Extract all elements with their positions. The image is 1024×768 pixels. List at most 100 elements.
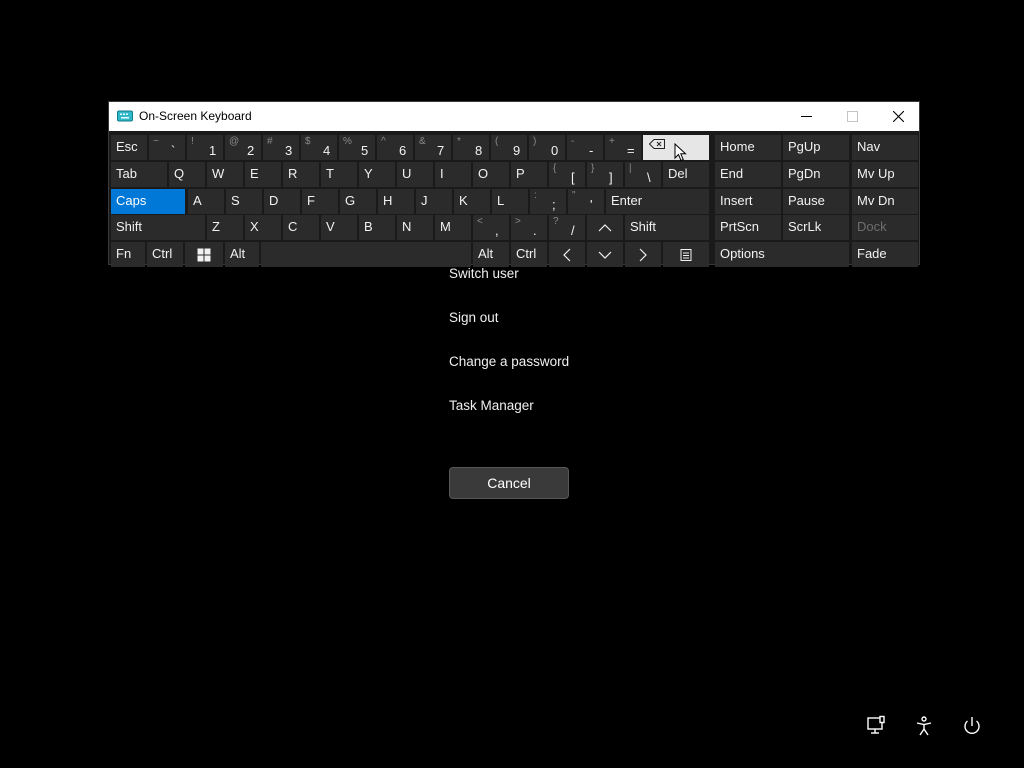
key-i[interactable]: I — [435, 162, 471, 187]
key-h[interactable]: H — [378, 189, 414, 214]
key-o[interactable]: O — [473, 162, 509, 187]
key-k[interactable]: K — [454, 189, 490, 214]
close-button[interactable] — [875, 102, 921, 131]
key-slash[interactable]: ? / — [549, 215, 585, 240]
key-shift-label: * — [457, 136, 461, 147]
key-pause[interactable]: Pause — [783, 189, 849, 214]
power-icon[interactable] — [961, 715, 983, 737]
key-shift[interactable]: Shift — [625, 215, 709, 240]
minimize-button[interactable] — [783, 102, 829, 131]
key-q[interactable]: Q — [169, 162, 205, 187]
key-shift[interactable]: Shift — [111, 215, 205, 240]
key-alt[interactable]: Alt — [473, 242, 509, 267]
key-options[interactable]: Options — [715, 242, 849, 267]
key-context-menu[interactable] — [663, 242, 709, 267]
key-w[interactable]: W — [207, 162, 243, 187]
key-left-bracket[interactable]: {[ — [549, 162, 585, 187]
key-5[interactable]: % 5 — [339, 135, 375, 160]
key-x[interactable]: X — [245, 215, 281, 240]
key-ctrl[interactable]: Ctrl — [147, 242, 183, 267]
key-e[interactable]: E — [245, 162, 281, 187]
key-1[interactable]: ! 1 — [187, 135, 223, 160]
key-j[interactable]: J — [416, 189, 452, 214]
key-end[interactable]: End — [715, 162, 781, 187]
key-home[interactable]: Home — [715, 135, 781, 160]
key-z[interactable]: Z — [207, 215, 243, 240]
key-7[interactable]: & 7 — [415, 135, 451, 160]
change-password-link[interactable]: Change a password — [449, 354, 569, 369]
key-backslash[interactable]: | \ — [625, 162, 661, 187]
key-v[interactable]: V — [321, 215, 357, 240]
key-label: 0 — [551, 143, 559, 158]
key-s[interactable]: S — [226, 189, 262, 214]
key-2[interactable]: @2 — [225, 135, 261, 160]
key-u[interactable]: U — [397, 162, 433, 187]
key-n[interactable]: N — [397, 215, 433, 240]
key-mv-up[interactable]: Mv Up — [852, 162, 918, 187]
key-arrow-down[interactable] — [587, 242, 623, 267]
key-insert[interactable]: Insert — [715, 189, 781, 214]
switch-user-link[interactable]: Switch user — [449, 266, 519, 281]
key-arrow-left[interactable] — [549, 242, 585, 267]
key-enter[interactable]: Enter — [606, 189, 709, 214]
key-pgdn[interactable]: PgDn — [783, 162, 849, 187]
sign-out-link[interactable]: Sign out — [449, 310, 499, 325]
key-arrow-right[interactable] — [625, 242, 661, 267]
key-p[interactable]: P — [511, 162, 547, 187]
key-mv-dn[interactable]: Mv Dn — [852, 189, 918, 214]
key-label: Fade — [857, 246, 887, 261]
key-ctrl[interactable]: Ctrl — [511, 242, 547, 267]
key-c[interactable]: C — [283, 215, 319, 240]
key-scrlk[interactable]: ScrLk — [783, 215, 849, 240]
key-spacebar[interactable] — [261, 242, 471, 267]
key-t[interactable]: T — [321, 162, 357, 187]
key-esc[interactable]: Esc — [111, 135, 147, 160]
key-minus[interactable]: -- — [567, 135, 603, 160]
key-a[interactable]: A — [188, 189, 224, 214]
key-f[interactable]: F — [302, 189, 338, 214]
key-equals[interactable]: + = — [605, 135, 641, 160]
key-y[interactable]: Y — [359, 162, 395, 187]
key-semicolon[interactable]: :; — [530, 189, 566, 214]
key-del[interactable]: Del — [663, 162, 709, 187]
network-icon[interactable] — [865, 715, 887, 737]
key-quote[interactable]: " ' — [568, 189, 604, 214]
key-tab[interactable]: Tab — [111, 162, 167, 187]
key-right-bracket[interactable]: }] — [587, 162, 623, 187]
key-nav[interactable]: Nav — [852, 135, 918, 160]
key-label: F — [307, 193, 315, 208]
key-3[interactable]: #3 — [263, 135, 299, 160]
key-b[interactable]: B — [359, 215, 395, 240]
key-caps[interactable]: Caps — [111, 189, 185, 214]
key-6[interactable]: ^ 6 — [377, 135, 413, 160]
key-m[interactable]: M — [435, 215, 471, 240]
key-prtscn[interactable]: PrtScn — [715, 215, 781, 240]
key-fade[interactable]: Fade — [852, 242, 918, 267]
key-g[interactable]: G — [340, 189, 376, 214]
key-4[interactable]: $4 — [301, 135, 337, 160]
accessibility-icon[interactable] — [913, 715, 935, 737]
task-manager-link[interactable]: Task Manager — [449, 398, 534, 413]
key-r[interactable]: R — [283, 162, 319, 187]
key-backspace[interactable] — [643, 135, 709, 160]
key-backtick[interactable]: ~ ` — [149, 135, 185, 160]
key-fn[interactable]: Fn — [111, 242, 145, 267]
key-dock[interactable]: Dock — [852, 215, 918, 240]
key-label: Shift — [116, 219, 143, 234]
key-alt[interactable]: Alt — [225, 242, 259, 267]
key-period[interactable]: >. — [511, 215, 547, 240]
key-pgup[interactable]: PgUp — [783, 135, 849, 160]
key-comma[interactable]: <, — [473, 215, 509, 240]
key-0[interactable]: ) 0 — [529, 135, 565, 160]
key-d[interactable]: D — [264, 189, 300, 214]
key-l[interactable]: L — [492, 189, 528, 214]
key-arrow-up[interactable] — [587, 215, 623, 240]
cancel-button[interactable]: Cancel — [449, 467, 569, 499]
key-shift-label: ^ — [381, 136, 386, 147]
key-8[interactable]: * 8 — [453, 135, 489, 160]
key-label: Alt — [478, 246, 494, 261]
title-bar[interactable]: On-Screen Keyboard — [109, 102, 919, 131]
key-label: / — [571, 223, 575, 238]
key-9[interactable]: (9 — [491, 135, 527, 160]
key-windows-logo[interactable] — [185, 242, 223, 267]
